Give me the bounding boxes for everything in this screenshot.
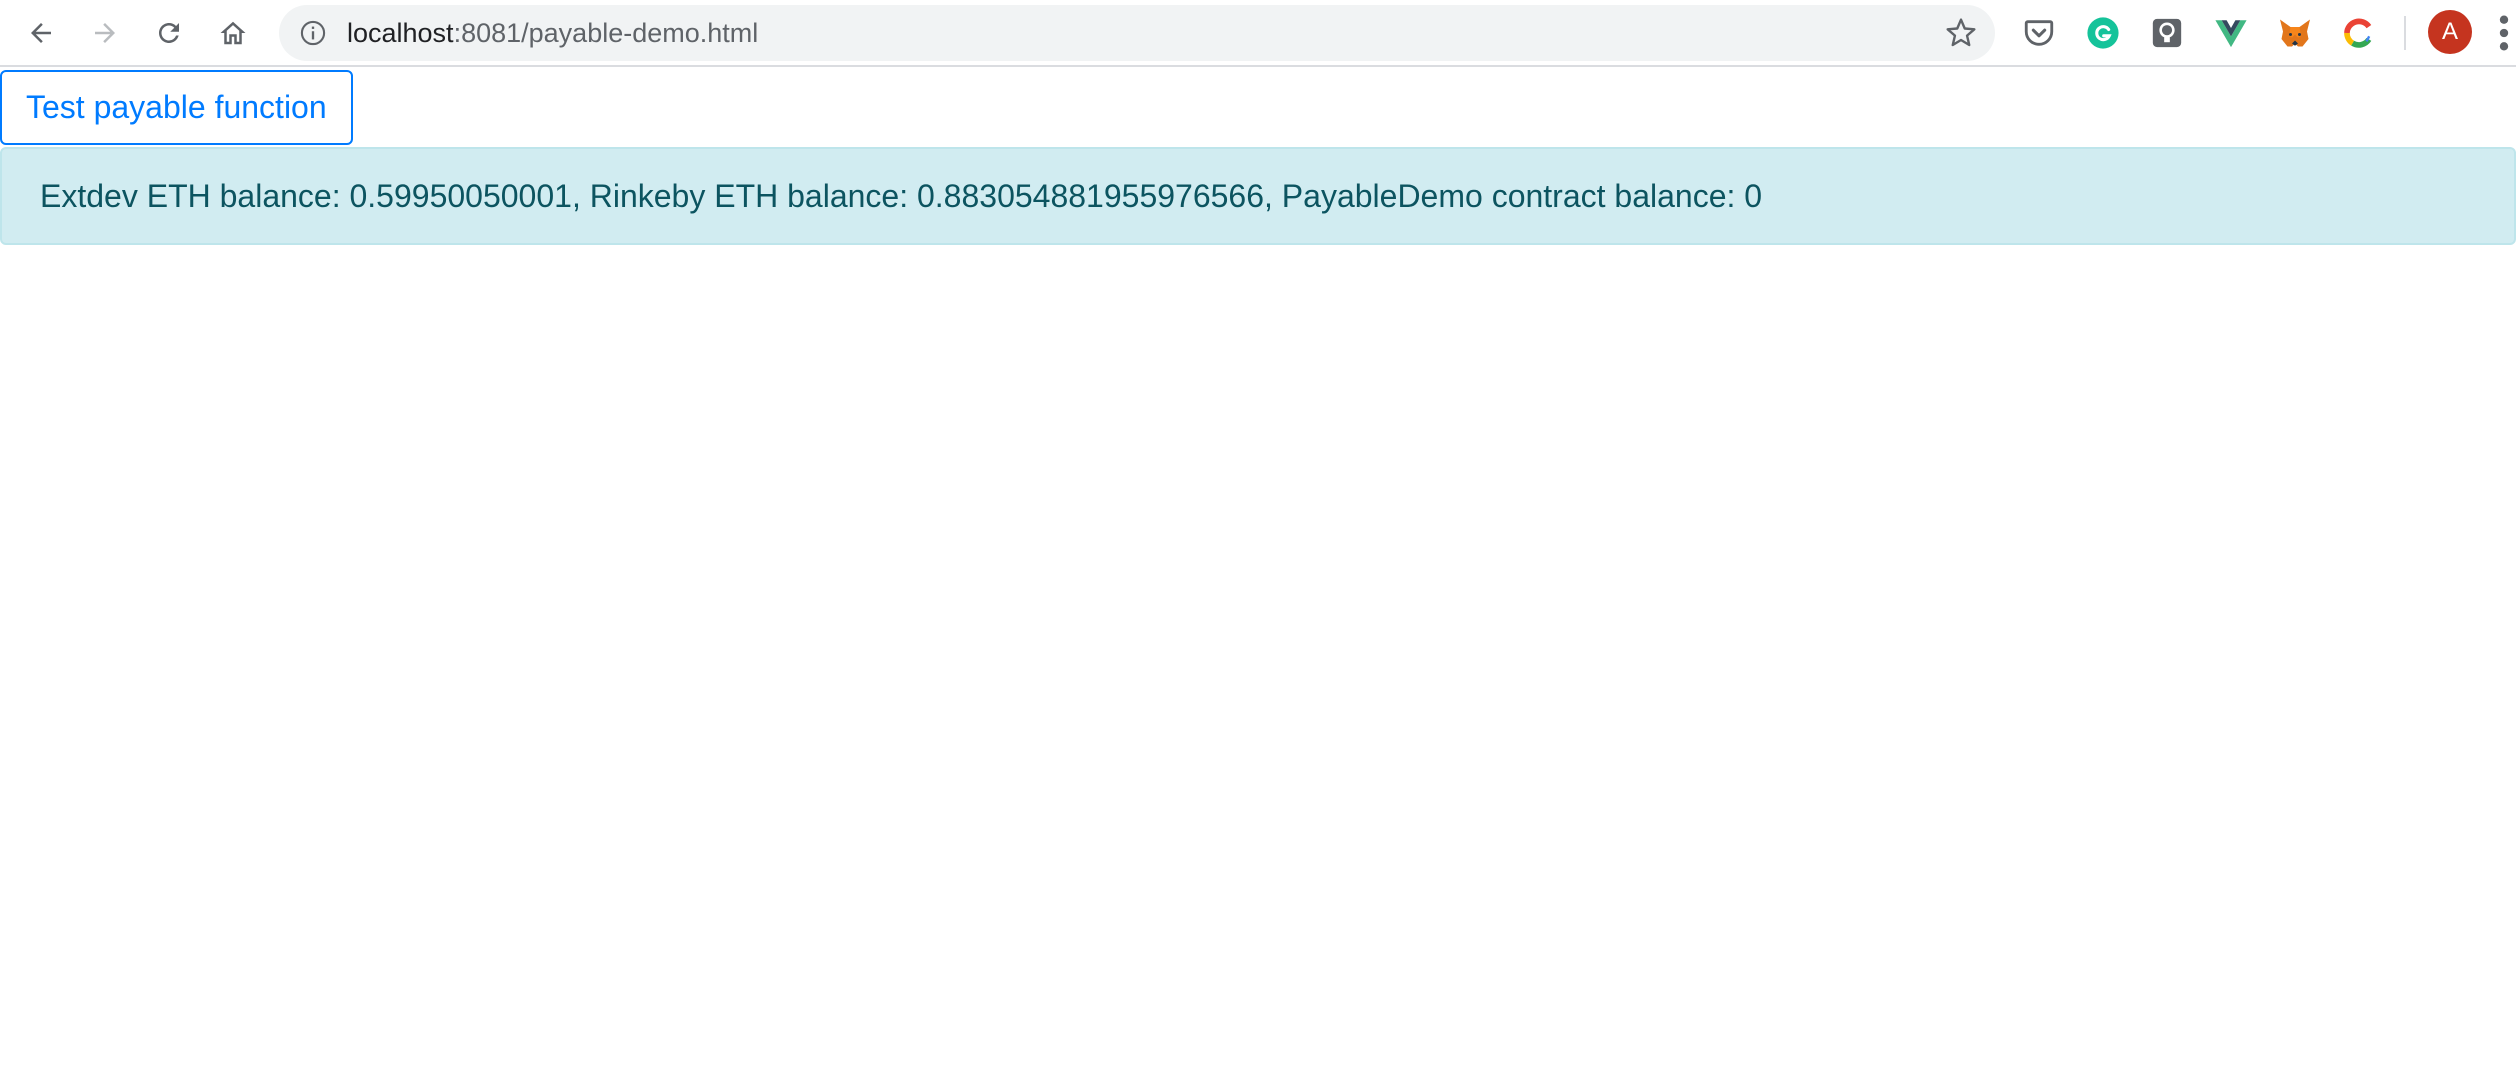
pocket-icon [2024,20,2054,46]
vue-devtools-extension[interactable] [2213,15,2249,51]
google-c-icon [2344,18,2372,48]
forward-arrow-icon [95,23,115,43]
grammarly-extension[interactable] [2085,15,2121,51]
lightbulb-icon [2152,18,2182,48]
balance-alert: Extdev ETH balance: 0.59950050001, Rinke… [0,147,2516,245]
reload-button[interactable] [146,10,192,56]
toolbar-separator [2404,16,2406,50]
kebab-menu-icon[interactable] [2498,14,2510,52]
reload-icon [159,23,179,43]
vue-devtools-icon [2215,20,2247,48]
balance-message: Extdev ETH balance: 0.59950050001, Rinke… [40,178,1763,214]
lightbulb-extension[interactable] [2149,15,2185,51]
star-icon[interactable] [1945,17,1977,49]
google-c-extension[interactable] [2341,15,2377,51]
grammarly-icon [2087,17,2119,49]
pocket-extension[interactable] [2021,15,2057,51]
home-button[interactable] [210,10,256,56]
metamask-icon [2280,19,2310,47]
url-host: localhost [347,18,454,48]
home-icon [220,21,246,45]
test-payable-button[interactable]: Test payable function [0,70,353,145]
metamask-extension[interactable] [2277,15,2313,51]
profile-avatar[interactable]: A [2428,10,2472,54]
browser-toolbar: localhost:8081/payable-demo.html A [0,0,2516,67]
info-icon[interactable] [299,19,327,47]
back-arrow-icon [31,23,51,43]
forward-button[interactable] [82,10,128,56]
url-text[interactable]: localhost:8081/payable-demo.html [347,5,758,61]
address-bar[interactable]: localhost:8081/payable-demo.html [279,5,1995,61]
url-path: :8081/payable-demo.html [453,18,759,48]
back-button[interactable] [18,10,64,56]
